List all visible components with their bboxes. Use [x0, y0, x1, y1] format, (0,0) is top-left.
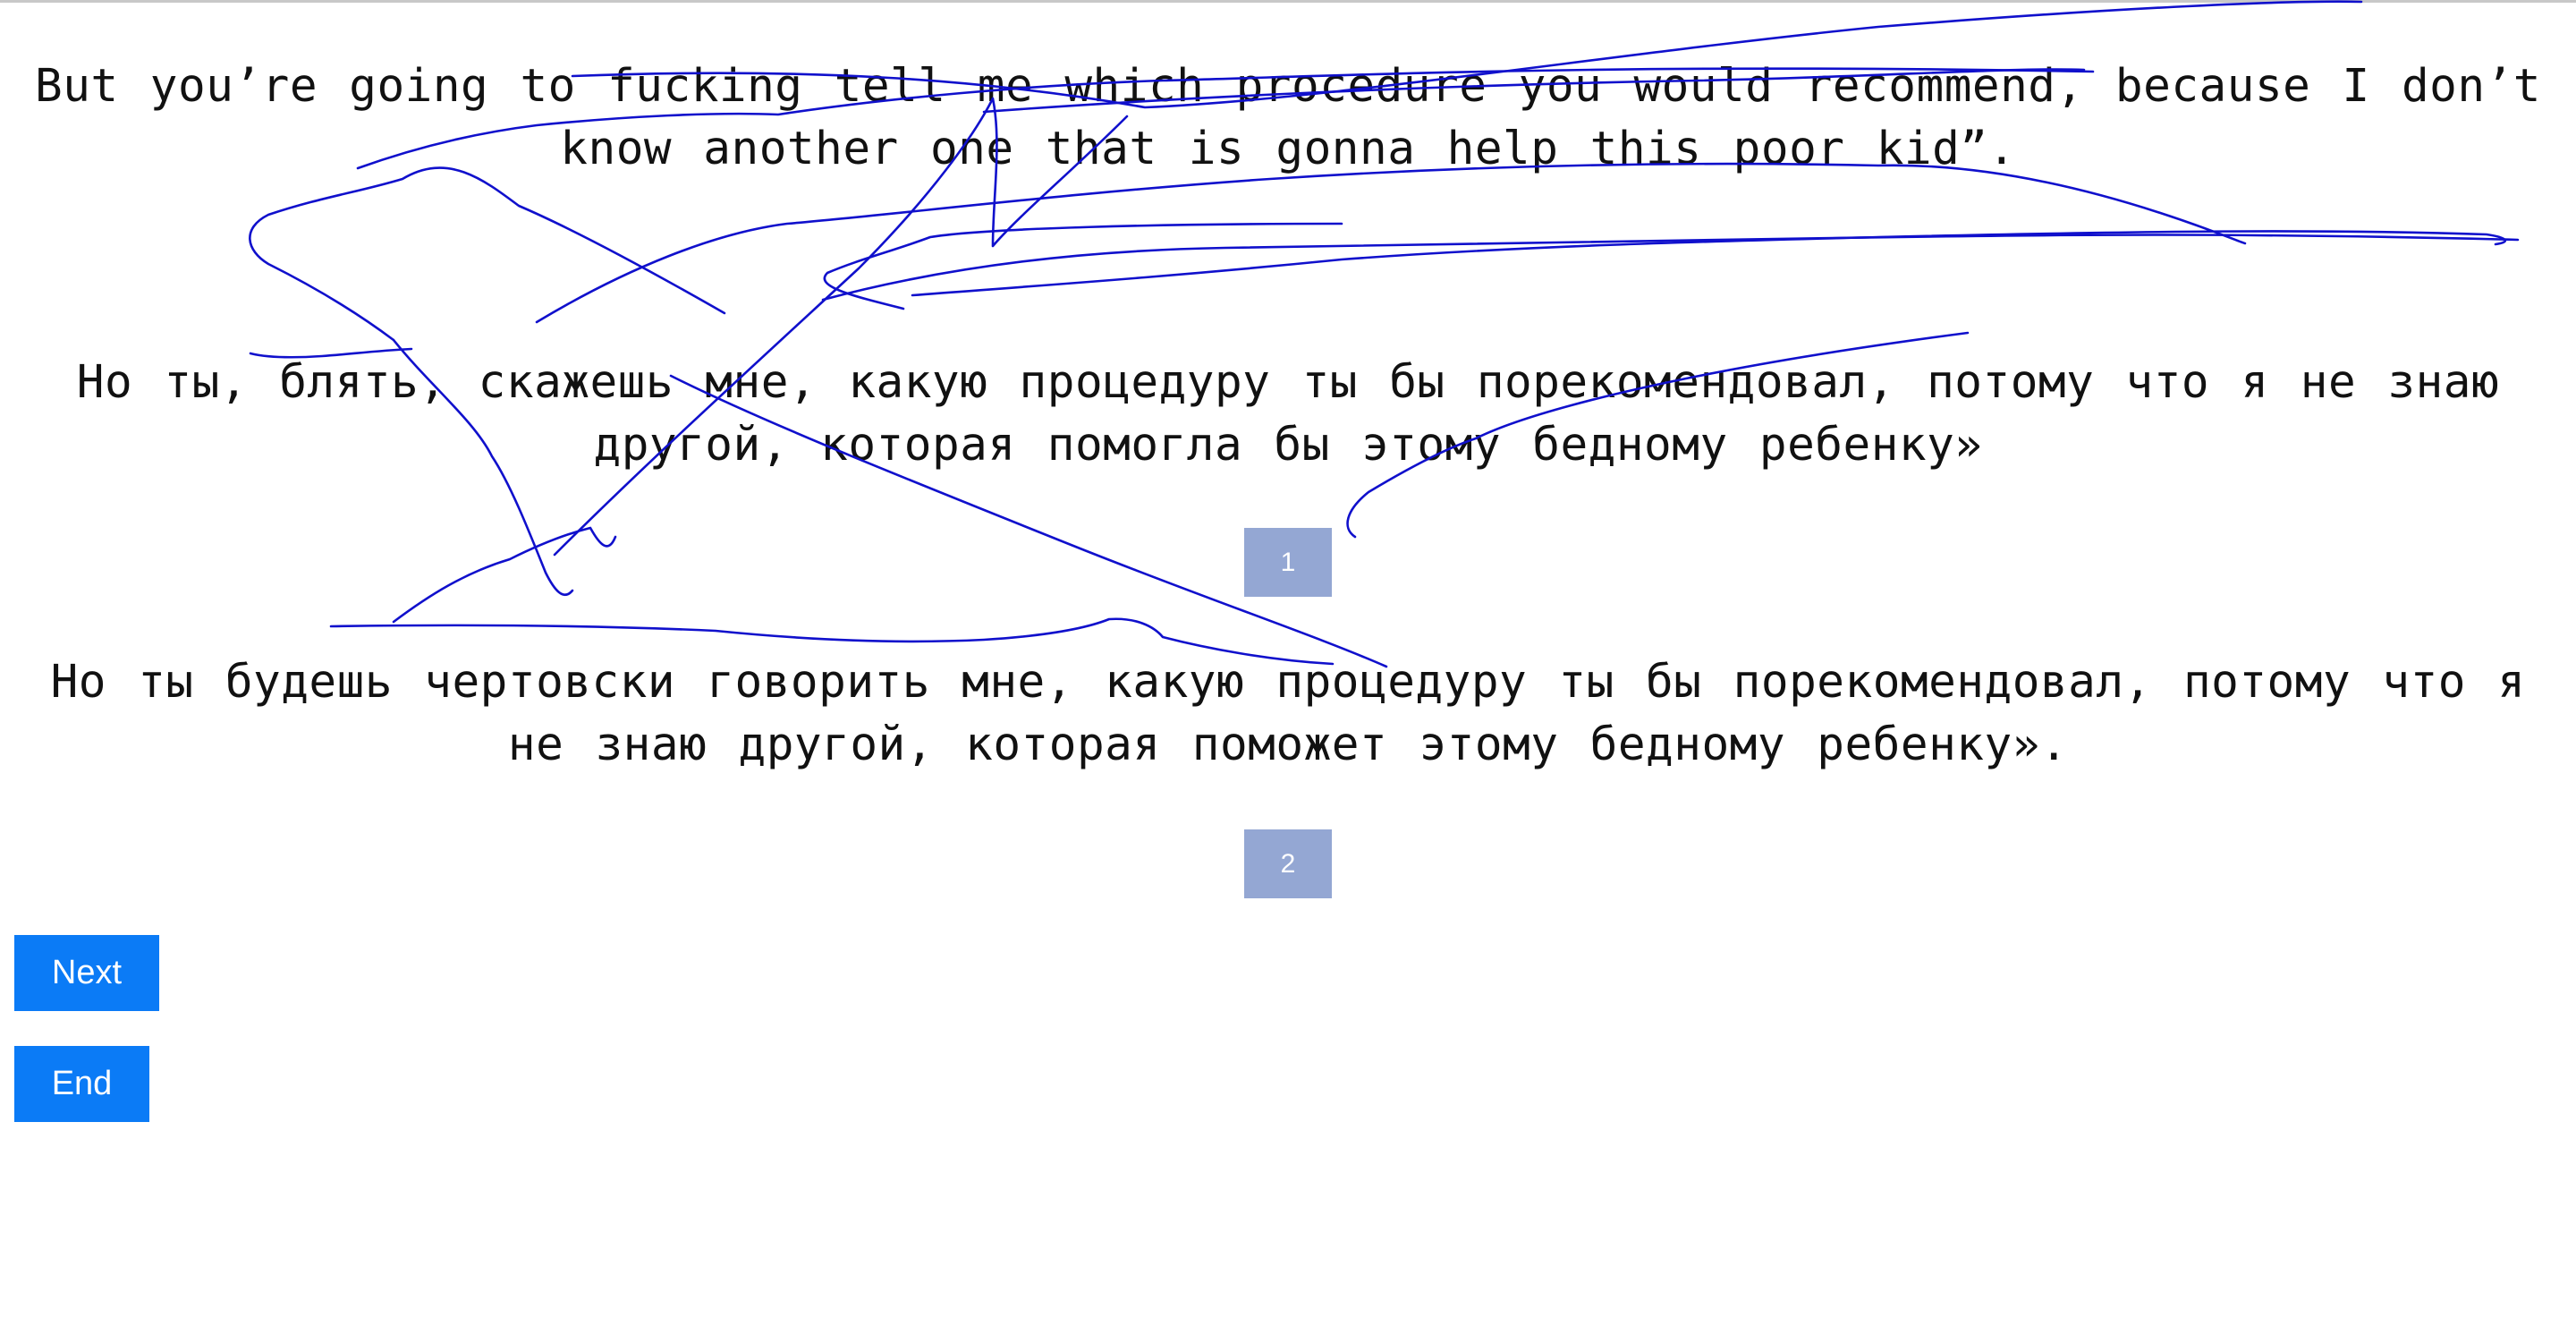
choose-translation-2-button[interactable]: 2 — [1244, 829, 1332, 898]
scribble-stroke-right-squiggle — [823, 222, 1343, 310]
end-button[interactable]: End — [14, 1046, 149, 1122]
scribble-stroke-long-right — [911, 230, 2507, 297]
top-divider — [0, 0, 2576, 3]
scribble-stroke-mid — [535, 162, 2247, 324]
translation-option-1: Но ты, блять, скажешь мне, какую процеду… — [76, 356, 2500, 472]
source-sentence: But you’re going to fucking tell me whic… — [34, 60, 2541, 175]
scribble-stroke-left-loop — [249, 166, 726, 342]
scribble-stroke-mid-right — [821, 234, 2520, 302]
scribble-stroke-bottom-left — [392, 526, 617, 624]
choose-translation-1-button[interactable]: 1 — [1244, 528, 1332, 597]
next-button[interactable]: Next — [14, 935, 159, 1011]
translation-option-2: Но ты будешь чертовски говорить мне, как… — [50, 656, 2526, 771]
